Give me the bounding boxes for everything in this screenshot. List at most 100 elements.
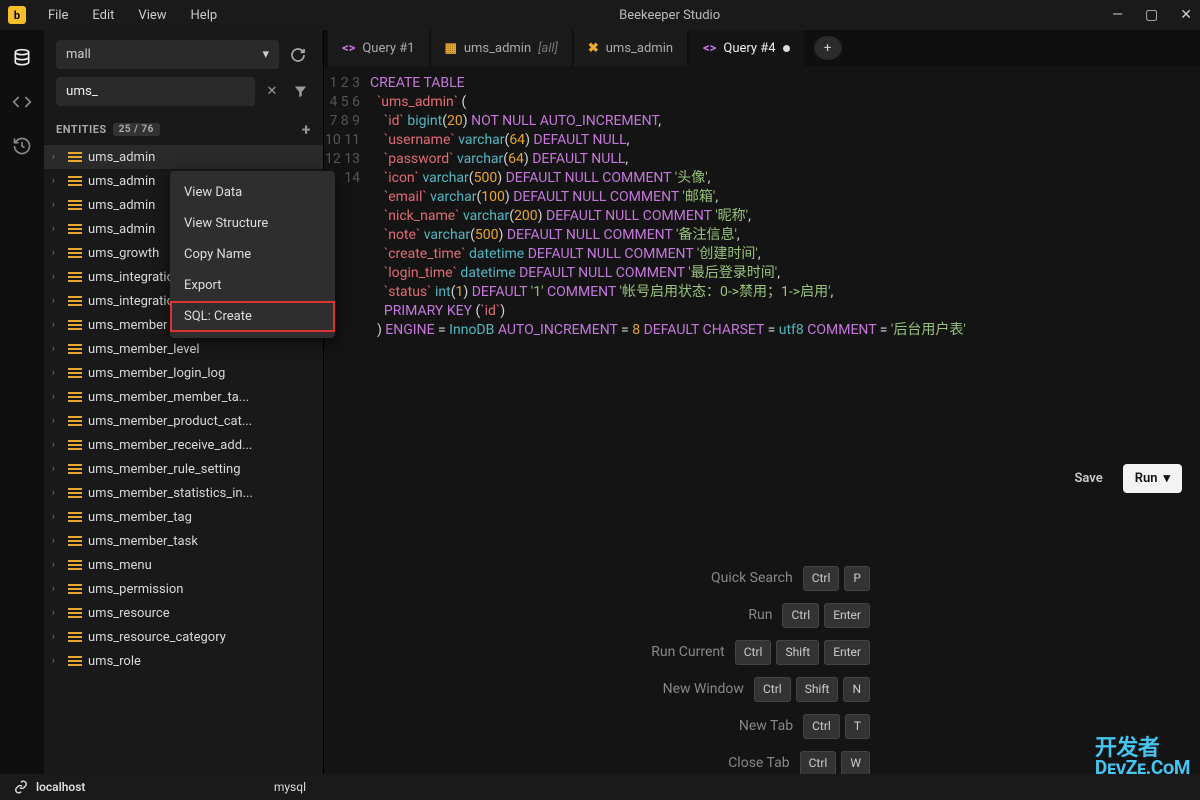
chevron-right-icon: ›: [52, 248, 62, 258]
table-icon: [68, 608, 82, 618]
tabbar: <>Query #1▦ums_admin[all]✖ums_admin<>Que…: [324, 30, 1200, 66]
ctx-export[interactable]: Export: [170, 270, 335, 301]
app-logo-icon: b: [8, 6, 26, 24]
ctx-view-structure[interactable]: View Structure: [170, 208, 335, 239]
tab-label: ums_admin: [464, 41, 531, 56]
entity-label: ums_member_login_log: [88, 366, 225, 381]
menu-view[interactable]: View: [128, 4, 176, 27]
key-badge: T: [845, 714, 870, 739]
key-badge: N: [843, 677, 870, 702]
shortcut-row: Close TabCtrlW: [728, 751, 870, 774]
refresh-button[interactable]: [285, 42, 311, 68]
shortcut-row: Quick Search CtrlP: [711, 566, 870, 591]
key-badge: Ctrl: [803, 566, 840, 591]
key-badge: Shift: [796, 677, 839, 702]
tab-label: Query #1: [362, 41, 414, 56]
key-badge: Ctrl: [782, 603, 819, 628]
entity-item[interactable]: ›ums_resource: [44, 601, 323, 625]
entity-context-menu: View DataView StructureCopy NameExportSQ…: [170, 171, 335, 338]
key-badge: Ctrl: [735, 640, 772, 665]
entity-label: ums_member: [88, 318, 167, 333]
table-icon: [68, 224, 82, 234]
table-icon: ▦: [445, 41, 457, 56]
chevron-right-icon: ›: [52, 440, 62, 450]
minimize-icon[interactable]: —: [1112, 7, 1123, 23]
entity-label: ums_resource: [88, 606, 170, 621]
maximize-icon[interactable]: ▢: [1145, 7, 1158, 23]
table-icon: [68, 368, 82, 378]
database-selected-label: mall: [66, 47, 91, 62]
chevron-right-icon: ›: [52, 632, 62, 642]
key-badge: Ctrl: [800, 751, 837, 774]
entity-item[interactable]: › ums_member_product_cat...: [44, 409, 323, 433]
entities-header: ENTITIES 25 / 76 +: [44, 114, 323, 145]
key-badge: P: [844, 566, 870, 591]
entity-label: ums_member_member_ta...: [88, 390, 249, 405]
entity-item[interactable]: ›ums_member_level: [44, 337, 323, 361]
entity-item[interactable]: ›ums_member_statistics_in...: [44, 481, 323, 505]
entity-label: ums_menu: [88, 558, 152, 573]
app-menu: FileEditViewHelp: [38, 4, 227, 27]
sql-editor[interactable]: 1 2 3 4 5 6 7 8 9 10 11 12 13 14 CREATE …: [324, 66, 1200, 774]
table-icon: [68, 176, 82, 186]
chevron-right-icon: ›: [52, 656, 62, 666]
chevron-right-icon: ›: [52, 320, 62, 330]
entity-label: ums_admin: [88, 222, 155, 237]
add-entity-button[interactable]: +: [302, 120, 311, 139]
tab-suffix: [all]: [538, 41, 558, 56]
run-button[interactable]: Run▾: [1123, 464, 1182, 493]
database-icon[interactable]: [12, 48, 32, 68]
tools-icon: ✖: [588, 41, 599, 56]
chevron-right-icon: ›: [52, 368, 62, 378]
entity-item[interactable]: ›ums_member_rule_setting: [44, 457, 323, 481]
tab[interactable]: ▦ ums_admin [all]: [431, 30, 572, 66]
entity-item[interactable]: ›ums_resource_category: [44, 625, 323, 649]
ctx-view-data[interactable]: View Data: [170, 177, 335, 208]
chevron-down-icon: ▾: [1163, 469, 1170, 488]
entity-search-input[interactable]: [56, 77, 255, 106]
chevron-right-icon: ›: [52, 152, 62, 162]
entity-item[interactable]: ›ums_member_receive_add...: [44, 433, 323, 457]
entity-item[interactable]: ›ums_member_member_ta...: [44, 385, 323, 409]
shortcut-label: Run: [748, 606, 772, 625]
entity-item[interactable]: ›ums_member_tag: [44, 505, 323, 529]
save-button[interactable]: Save: [1062, 464, 1114, 493]
menu-file[interactable]: File: [38, 4, 78, 27]
ctx-copy-name[interactable]: Copy Name: [170, 239, 335, 270]
entity-item[interactable]: ›ums_menu: [44, 553, 323, 577]
chevron-right-icon: ›: [52, 416, 62, 426]
ctx-sql-create[interactable]: SQL: Create: [170, 301, 335, 332]
window-controls: — ▢ ✕: [1112, 7, 1192, 23]
clear-search-icon[interactable]: ✕: [261, 81, 283, 103]
entity-item[interactable]: › ums_member_login_log: [44, 361, 323, 385]
table-icon: [68, 632, 82, 642]
code-icon[interactable]: [12, 92, 32, 112]
shortcut-label: Quick Search: [711, 569, 793, 588]
link-icon: [14, 780, 28, 794]
chevron-right-icon: ›: [52, 200, 62, 210]
query-icon: <>: [703, 41, 716, 56]
titlebar: b FileEditViewHelp Beekeeper Studio — ▢ …: [0, 0, 1200, 30]
entity-item[interactable]: ›ums_member_task: [44, 529, 323, 553]
database-dropdown[interactable]: mall ▾: [56, 40, 279, 69]
history-icon[interactable]: [12, 136, 32, 156]
entity-label: ums_member_tag: [88, 510, 192, 525]
activity-rail: [0, 30, 44, 774]
menu-help[interactable]: Help: [181, 4, 228, 27]
entity-item[interactable]: ›ums_permission: [44, 577, 323, 601]
entity-item[interactable]: ›ums_role: [44, 649, 323, 673]
entity-label: ums_member_product_cat...: [88, 414, 252, 429]
new-tab-button[interactable]: +: [814, 36, 842, 60]
tab[interactable]: ✖ums_admin: [574, 30, 687, 66]
entity-label: ums_permission: [88, 582, 183, 597]
tab[interactable]: <>Query #4: [689, 30, 804, 66]
tab[interactable]: <>Query #1: [328, 30, 429, 66]
entity-item[interactable]: ›ums_admin: [44, 145, 323, 169]
filter-icon[interactable]: [289, 81, 311, 103]
table-icon: [68, 296, 82, 306]
chevron-right-icon: ›: [52, 344, 62, 354]
shortcut-row: New WindowCtrlShiftN: [663, 677, 870, 702]
close-icon[interactable]: ✕: [1180, 7, 1192, 23]
menu-edit[interactable]: Edit: [82, 4, 124, 27]
shortcut-label: Close Tab: [728, 754, 789, 773]
